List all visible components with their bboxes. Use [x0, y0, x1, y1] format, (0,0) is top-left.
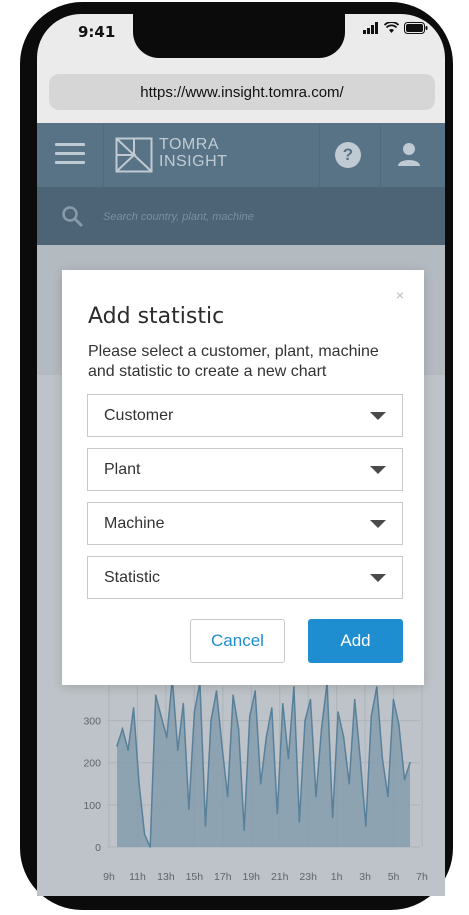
chevron-down-icon [370, 412, 386, 420]
add-statistic-dialog: × Add statistic Please select a customer… [62, 270, 424, 685]
chevron-down-icon [370, 574, 386, 582]
browser-url-bar[interactable]: https://www.insight.tomra.com/ [49, 74, 435, 110]
battery-icon [404, 22, 428, 34]
signal-icon [363, 22, 378, 34]
url-text: https://www.insight.tomra.com/ [140, 83, 344, 101]
cancel-button[interactable]: Cancel [190, 619, 285, 663]
wifi-icon [384, 22, 399, 33]
phone-notch [133, 14, 345, 58]
status-icons [363, 22, 428, 34]
plant-select-value: Plant [104, 460, 141, 478]
chevron-down-icon [370, 466, 386, 474]
customer-select-value: Customer [104, 406, 174, 424]
modal-backdrop-top [37, 123, 445, 245]
customer-select[interactable]: Customer [87, 394, 403, 437]
statistic-select-value: Statistic [104, 568, 161, 586]
chevron-down-icon [370, 520, 386, 528]
close-icon[interactable]: × [396, 288, 404, 302]
plant-select[interactable]: Plant [87, 448, 403, 491]
machine-select-value: Machine [104, 514, 165, 532]
add-button[interactable]: Add [308, 619, 403, 663]
dialog-description: Please select a customer, plant, machine… [88, 343, 379, 380]
statistic-select[interactable]: Statistic [87, 556, 403, 599]
dialog-title: Add statistic [88, 304, 225, 329]
status-time: 9:41 [78, 23, 116, 41]
machine-select[interactable]: Machine [87, 502, 403, 545]
